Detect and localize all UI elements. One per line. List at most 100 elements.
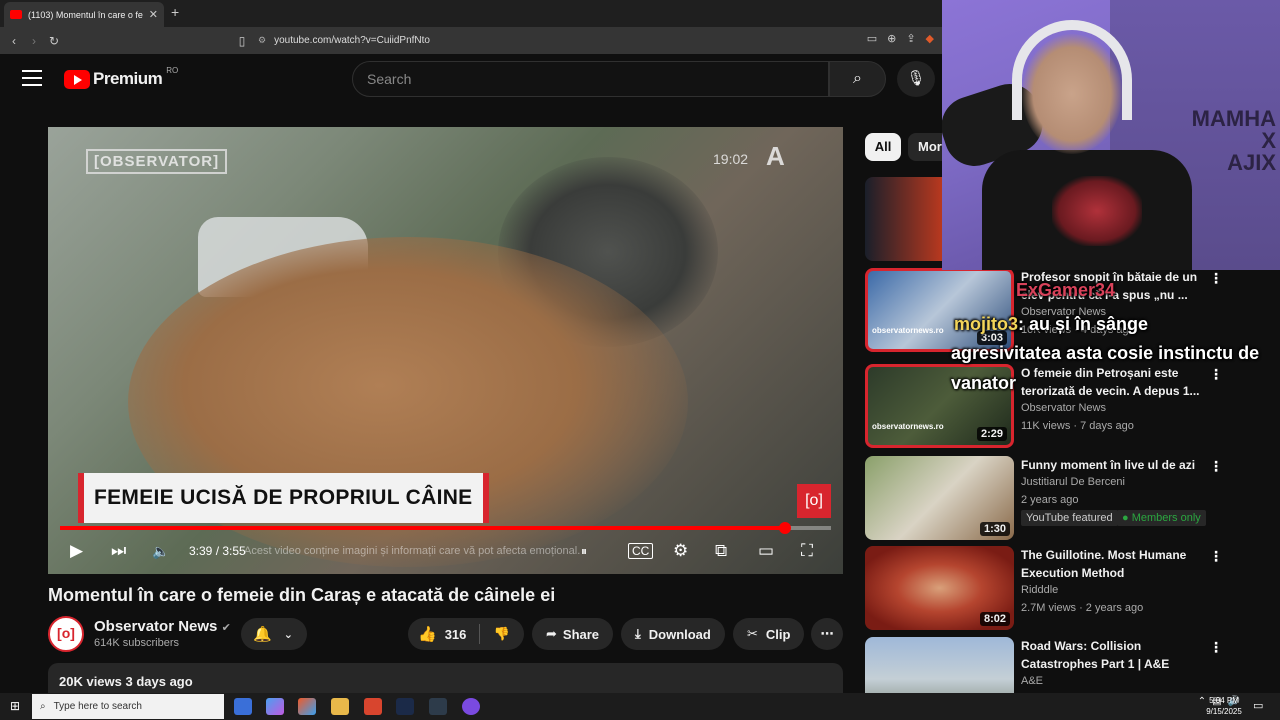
like-button[interactable]: 👍 316 xyxy=(408,624,480,644)
recommendation-item[interactable]: 8:02 The Guillotine. Most Humane Executi… xyxy=(865,546,1275,630)
youtube-play-logo-icon xyxy=(64,69,90,89)
news-lower-third: FEMEIE UCISĂ DE PROPRIUL CÂINE xyxy=(78,473,489,523)
download-button[interactable]: ⤓ Download xyxy=(621,618,725,650)
menu-icon[interactable] xyxy=(22,70,42,91)
broadcast-clock: 19:02 xyxy=(713,151,749,167)
kebab-menu-icon[interactable]: ⋮ xyxy=(1209,366,1223,383)
steam-icon[interactable] xyxy=(396,698,414,715)
lower-third-text: FEMEIE UCISĂ DE PROPRIUL CÂINE xyxy=(94,486,473,509)
recommendation-item[interactable]: Road Wars: Collision Catastrophes Part 1… xyxy=(865,637,1275,693)
search-icon: ⌕ xyxy=(853,70,862,87)
recommendation-meta: 2.7M views · 2 years ago xyxy=(1021,602,1144,614)
logo-text: Premium xyxy=(93,69,163,88)
recommendation-channel[interactable]: A&E xyxy=(1021,675,1043,687)
share-page-icon[interactable]: ⇪ xyxy=(906,32,915,45)
site-info-icon[interactable]: ⚙ xyxy=(258,35,266,46)
verified-icon: ✔ xyxy=(221,622,231,634)
youtube-header: Premium RO Search ⌕ 🎙 xyxy=(0,54,944,106)
recommendation-title[interactable]: O femeie din Petroșani este terorizată d… xyxy=(1021,364,1201,400)
close-tab-icon[interactable]: ✕ xyxy=(149,8,158,21)
share-icon: ➦ xyxy=(546,626,557,641)
recommendation-title[interactable]: The Guillotine. Most Humane Execution Me… xyxy=(1021,546,1201,582)
share-button[interactable]: ➦ Share xyxy=(532,618,614,650)
download-label: Download xyxy=(648,626,711,642)
cast-icon[interactable]: ▭ xyxy=(867,32,877,45)
chat-text-2: : au și în sânge xyxy=(1018,314,1149,334)
recommendation-channel[interactable]: Justitiarul De Berceni xyxy=(1021,476,1125,488)
chat-username-2: mojito3 xyxy=(954,314,1019,334)
bookmark-icon[interactable]: ▯ xyxy=(232,34,252,48)
taskbar-search-placeholder: Type here to search xyxy=(53,701,142,712)
zoom-icon[interactable]: ⊕ xyxy=(887,32,896,45)
copilot-app-icon[interactable] xyxy=(298,698,316,715)
clip-button[interactable]: ✂ Clip xyxy=(733,618,805,650)
taskbar-clock[interactable]: 5:04 PM 9/15/2025 xyxy=(1196,695,1252,717)
kebab-menu-icon[interactable]: ⋮ xyxy=(1209,458,1223,475)
reload-icon[interactable]: ↻ xyxy=(44,34,64,48)
discord-icon[interactable] xyxy=(462,698,480,715)
dislike-button[interactable]: 👎 xyxy=(480,626,524,642)
captions-button[interactable]: CC xyxy=(628,543,654,559)
play-button[interactable]: ▶ xyxy=(70,541,83,561)
recommendation-meta: 2 years ago xyxy=(1021,494,1079,506)
xbox-icon[interactable] xyxy=(429,698,447,715)
file-explorer-icon[interactable] xyxy=(331,698,349,715)
more-actions-button[interactable]: ⋯ xyxy=(811,618,843,650)
theater-mode-icon[interactable]: ▭ xyxy=(758,541,774,561)
recommendation-thumbnail[interactable]: 1:30 xyxy=(865,456,1014,540)
address-bar-actions: ▭ ⊕ ⇪ ◆ xyxy=(867,32,934,45)
voice-search-button[interactable]: 🎙 xyxy=(897,61,935,97)
view-stats: 20K views 3 days ago xyxy=(59,674,193,689)
back-icon[interactable]: ‹ xyxy=(4,34,24,48)
notifications-icon[interactable]: ▭ xyxy=(1253,699,1263,712)
like-dislike-group: 👍 316 👎 xyxy=(408,618,524,650)
extension-icon[interactable]: ◆ xyxy=(926,32,934,45)
task-view-icon[interactable] xyxy=(234,698,252,715)
recommendation-thumbnail[interactable]: 8:02 xyxy=(865,546,1014,630)
recommendation-channel[interactable]: Observator News xyxy=(1021,402,1106,414)
fullscreen-icon[interactable]: ⛶ xyxy=(801,541,813,561)
windows-start-icon[interactable]: ⊞ xyxy=(10,699,20,713)
recommendation-channel[interactable]: Ridddle xyxy=(1021,584,1058,596)
microphone-icon: 🎙 xyxy=(906,70,926,87)
progress-bar[interactable] xyxy=(60,522,831,534)
poster-text: MAMHA X AJIX xyxy=(1191,106,1276,175)
recommendation-thumbnail[interactable] xyxy=(865,637,1014,693)
chat-text-2c: vanator xyxy=(951,373,1017,393)
autoplay-toggle[interactable]: ⏸ xyxy=(581,544,587,559)
address-bar[interactable]: ⚙ youtube.com/watch?v=CuiidPnfNto xyxy=(258,30,938,50)
new-tab-button[interactable]: + xyxy=(171,4,179,20)
settings-gear-icon[interactable]: ⚙ xyxy=(673,541,688,561)
next-button[interactable]: ⏭ xyxy=(111,541,126,561)
recommendation-thumbnail[interactable]: observatornews.ro 3:03 xyxy=(865,268,1014,352)
channel-avatar[interactable]: [o] xyxy=(48,616,84,652)
channel-name[interactable]: Observator News ✔ xyxy=(94,618,231,635)
youtube-premium-logo[interactable]: Premium RO xyxy=(64,66,178,89)
forward-icon[interactable]: › xyxy=(24,34,44,48)
search-input[interactable]: Search xyxy=(352,61,829,97)
recommendation-title[interactable]: Funny moment în live ul de azi xyxy=(1021,456,1201,474)
miniplayer-icon[interactable]: ⧉ xyxy=(715,541,727,561)
duration-badge: 8:02 xyxy=(979,612,1010,626)
chat-username-1: ExGamer34 xyxy=(1016,280,1116,300)
thumbs-down-icon: 👎 xyxy=(493,626,511,641)
observator-badge: [o] xyxy=(797,484,831,518)
recommendation-item[interactable]: observatornews.ro 2:29 O femeie din Petr… xyxy=(865,364,1275,448)
kebab-menu-icon[interactable]: ⋮ xyxy=(1209,639,1223,656)
taskbar-search[interactable]: ⌕ Type here to search xyxy=(32,694,224,719)
browser-tab[interactable]: (1103) Momentul în care o feme ✕ xyxy=(4,2,164,27)
copilot-icon[interactable] xyxy=(266,698,284,715)
recommendation-title[interactable]: Road Wars: Collision Catastrophes Part 1… xyxy=(1021,637,1201,673)
duration-badge: 2:29 xyxy=(976,427,1007,441)
kebab-menu-icon[interactable]: ⋮ xyxy=(1209,270,1223,287)
search-button[interactable]: ⌕ xyxy=(829,61,886,97)
recommendation-item[interactable]: 1:30 Funny moment în live ul de azi Just… xyxy=(865,456,1275,540)
brave-browser-icon[interactable] xyxy=(364,698,382,715)
kebab-menu-icon[interactable]: ⋮ xyxy=(1209,548,1223,565)
notification-subscribe-button[interactable]: 🔔 ⌄ xyxy=(241,618,307,650)
video-title: Momentul în care o femeie din Caraș e at… xyxy=(48,585,556,605)
video-player[interactable]: [OBSERVATOR] 19:02 A FEMEIE UCISĂ DE PRO… xyxy=(48,127,843,574)
members-only-text: Members only xyxy=(1131,512,1201,524)
chip-all[interactable]: All xyxy=(865,133,901,161)
volume-icon[interactable]: 🔈 xyxy=(152,543,169,560)
